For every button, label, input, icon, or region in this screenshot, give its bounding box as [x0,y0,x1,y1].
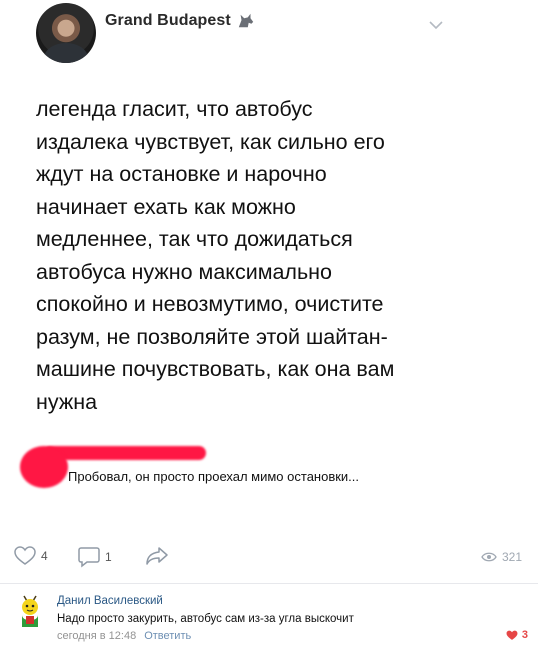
eye-icon [481,552,497,562]
chevron-down-icon[interactable] [428,19,444,31]
comment-author[interactable]: Данил Василевский [57,595,163,607]
like-count: 4 [41,549,48,563]
comment-count: 1 [105,550,112,564]
comment-button[interactable]: 1 [78,546,112,568]
avatar-shoulders [44,43,88,63]
comment: Данил Василевский Надо просто закурить, … [16,592,528,652]
views-count: 321 [501,550,522,564]
comment-icon [78,547,100,568]
red-highlight-blob [20,446,68,488]
views-counter: 321 [481,550,522,564]
post-actions: 4 1 321 [14,546,524,572]
heart-filled-icon [506,630,518,640]
comment-like-button[interactable]: 3 [506,629,528,641]
heart-icon [14,546,36,565]
like-button[interactable]: 4 [14,546,48,566]
divider [0,583,538,584]
comment-meta: сегодня в 12:48 Ответить [57,630,191,642]
comment-text: Надо просто закурить, автобус сам из-за … [57,613,354,625]
reply-button[interactable]: Ответить [144,630,191,642]
author-avatar[interactable] [36,3,96,63]
commenter-avatar[interactable] [18,594,42,630]
comment-time[interactable]: сегодня в 12:48 [57,630,136,642]
share-button[interactable] [145,546,169,566]
author-row: Grand Budapest [105,12,255,30]
post-text: легенда гласит, что автобус издалека чув… [36,97,395,414]
share-icon [146,547,168,565]
post-caption: Пробовал, он просто проехал мимо останов… [68,469,360,484]
post-header: Grand Budapest [36,3,516,67]
comment-like-count: 3 [521,629,528,641]
wolf-icon [238,13,254,28]
author-name[interactable]: Grand Budapest [105,12,231,30]
red-highlight-swoosh [44,446,206,460]
